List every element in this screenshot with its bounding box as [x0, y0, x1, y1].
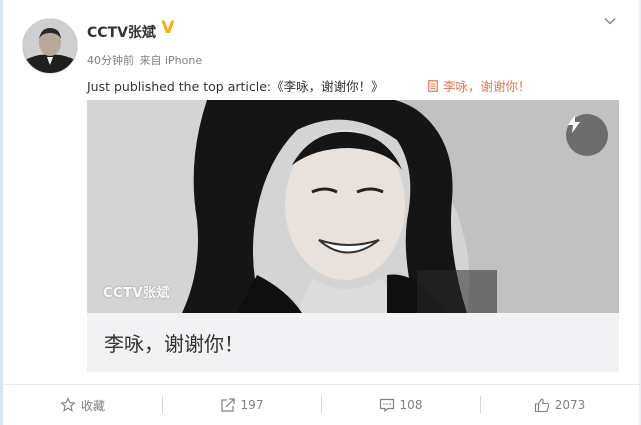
avatar-portrait [23, 19, 77, 73]
article-cover-image[interactable]: CCTV张斌 [87, 100, 619, 313]
comment-count: 108 [399, 398, 423, 412]
like-button[interactable]: 2073 [480, 385, 639, 425]
lightning-icon [568, 115, 580, 133]
repost-button[interactable]: 197 [162, 385, 321, 425]
repost-icon [220, 398, 235, 412]
article-card-title[interactable]: 李咏，谢谢你！ [104, 328, 244, 357]
like-count: 2073 [554, 398, 586, 412]
thumbs-up-icon [534, 398, 549, 413]
chevron-down-icon[interactable] [603, 14, 617, 28]
image-watermark: CCTV张斌 [103, 286, 171, 301]
flash-button[interactable] [566, 114, 608, 156]
avatar[interactable] [22, 18, 78, 74]
post-source: 来自 iPhone [139, 54, 203, 67]
post-meta: 40分钟前 来自 iPhone [87, 52, 204, 68]
comment-icon [379, 398, 394, 413]
post-time[interactable]: 40分钟前 [87, 54, 134, 67]
page-left-border [0, 0, 3, 425]
repost-count: 197 [240, 398, 264, 412]
verified-badge-icon: V [161, 18, 175, 38]
comment-button[interactable]: 108 [321, 385, 480, 425]
article-link-label[interactable]: 李咏，谢谢你！ [443, 76, 531, 95]
article-link[interactable]: 李咏，谢谢你！ [428, 76, 531, 95]
document-icon [428, 79, 438, 92]
action-bar: 收藏 197 108 2073 [3, 385, 639, 425]
star-icon [60, 397, 76, 412]
post-text: Just published the top article:《李咏，谢谢你！》 [87, 79, 384, 94]
article-card[interactable]: CCTV张斌 李咏，谢谢你！ [87, 100, 619, 372]
favorite-label: 收藏 [80, 398, 105, 413]
favorite-button[interactable]: 收藏 [3, 385, 162, 425]
author-name[interactable]: CCTV张斌 [87, 22, 156, 42]
